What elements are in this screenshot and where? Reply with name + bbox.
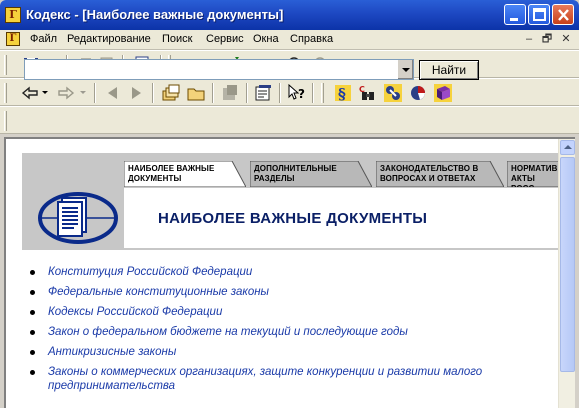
pie-chart-icon[interactable]	[408, 83, 428, 103]
back-arrow-icon[interactable]	[20, 83, 40, 103]
document-view: Наиболее важные документы Дополнительные…	[4, 137, 575, 408]
next-triangle-icon[interactable]	[126, 83, 146, 103]
document-icon[interactable]: Г	[6, 32, 20, 46]
tab-important-documents[interactable]: Наиболее важные документы	[124, 161, 246, 187]
list-item[interactable]: Конституция Российской Федерации	[26, 265, 546, 279]
book-icon[interactable]	[433, 83, 453, 103]
app-icon[interactable]: Г	[5, 7, 21, 23]
toolbar-separator	[152, 83, 154, 103]
tab-law-questions-label: Законодательство в вопросах и ответах	[380, 164, 479, 183]
menu-windows[interactable]: Окна	[253, 33, 279, 45]
title-bar: Г Кодекс - [Наиболее важные документы]	[0, 0, 579, 30]
mdi-close-button[interactable]: ✕	[559, 33, 573, 46]
list-item[interactable]: Кодексы Российской Федерации	[26, 305, 546, 319]
minimize-button[interactable]	[504, 4, 526, 25]
toolbar-grip[interactable]	[4, 55, 7, 75]
toolbar-grip[interactable]	[4, 83, 7, 103]
document-link[interactable]: Законы о коммерческих организациях, защи…	[48, 366, 482, 392]
hyperlink-icon[interactable]	[383, 83, 403, 103]
tab-additional-sections[interactable]: Дополнительные разделы	[250, 161, 372, 187]
toolbar-separator	[246, 83, 248, 103]
menu-edit[interactable]: Редактирование	[67, 33, 151, 45]
menu-file[interactable]: Файл	[30, 33, 57, 45]
close-button[interactable]	[552, 4, 574, 25]
search-input[interactable]	[25, 60, 395, 79]
toolbar-separator	[312, 83, 314, 103]
forward-dropdown[interactable]	[80, 91, 86, 94]
forward-arrow-icon[interactable]	[56, 83, 76, 103]
document-link[interactable]: Кодексы Российской Федерации	[48, 306, 222, 318]
menu-bar: Г Файл Редактирование Поиск Сервис Окна …	[0, 30, 579, 50]
toolbar-search	[0, 106, 579, 134]
section-banner: Наиболее важные документы Дополнительные…	[22, 153, 567, 250]
find-button[interactable]: Найти	[419, 60, 479, 80]
list-item[interactable]: Федеральные конституционные законы	[26, 285, 546, 299]
scroll-thumb[interactable]	[560, 157, 575, 372]
mdi-minimize-button[interactable]: –	[522, 33, 536, 46]
menu-help[interactable]: Справка	[290, 33, 333, 45]
document-link[interactable]: Конституция Российской Федерации	[48, 266, 252, 278]
add-bookmark-icon[interactable]	[220, 83, 240, 103]
toolbar-grip[interactable]	[4, 111, 7, 131]
search-combobox[interactable]	[24, 59, 414, 80]
documents-emblem-icon	[38, 192, 118, 244]
list-item[interactable]: Законы о коммерческих организациях, защи…	[26, 365, 546, 393]
document-link[interactable]: Федеральные конституционные законы	[48, 286, 269, 298]
document-link[interactable]: Закон о федеральном бюджете на текущий и…	[48, 326, 408, 338]
context-help-icon[interactable]: ?	[286, 83, 306, 103]
tab-law-questions[interactable]: Законодательство в вопросах и ответах	[376, 161, 504, 187]
document-link[interactable]: Антикризисные законы	[48, 346, 176, 358]
list-item[interactable]: Антикризисные законы	[26, 345, 546, 359]
toolbar-grip[interactable]	[321, 83, 324, 103]
search-binoculars-icon[interactable]: C	[358, 83, 378, 103]
toolbar-separator	[279, 83, 281, 103]
folder-icon[interactable]	[186, 83, 206, 103]
toolbar-navigation: ? § C	[0, 78, 579, 106]
scroll-up-button[interactable]	[560, 140, 575, 155]
banner-body: НАИБОЛЕЕ ВАЖНЫЕ ДОКУМЕНТЫ	[32, 188, 559, 248]
search-dropdown-arrow[interactable]	[397, 60, 413, 79]
menu-service[interactable]: Сервис	[206, 33, 244, 45]
page-heading: НАИБОЛЕЕ ВАЖНЫЕ ДОКУМЕНТЫ	[158, 210, 428, 227]
mdi-restore-button[interactable]: 🗗	[540, 33, 554, 46]
banner-emblem-area	[32, 188, 124, 248]
svg-text:?: ?	[298, 87, 305, 101]
back-dropdown[interactable]	[42, 91, 48, 94]
menu-search[interactable]: Поиск	[162, 33, 192, 45]
properties-icon[interactable]	[253, 83, 273, 103]
toolbar-separator	[94, 83, 96, 103]
prev-triangle-icon[interactable]	[103, 83, 123, 103]
window-title: Кодекс - [Наиболее важные документы]	[26, 7, 284, 22]
toolbar-separator	[212, 83, 214, 103]
list-item[interactable]: Закон о федеральном бюджете на текущий и…	[26, 325, 546, 339]
legal-paragraph-icon[interactable]: §	[333, 83, 353, 103]
documents-list: Конституция Российской Федерации Федерал…	[26, 265, 546, 399]
vertical-scrollbar[interactable]	[558, 139, 575, 408]
svg-text:§: §	[338, 85, 346, 103]
documents-stack-icon[interactable]	[161, 83, 181, 103]
maximize-button[interactable]	[528, 4, 550, 25]
